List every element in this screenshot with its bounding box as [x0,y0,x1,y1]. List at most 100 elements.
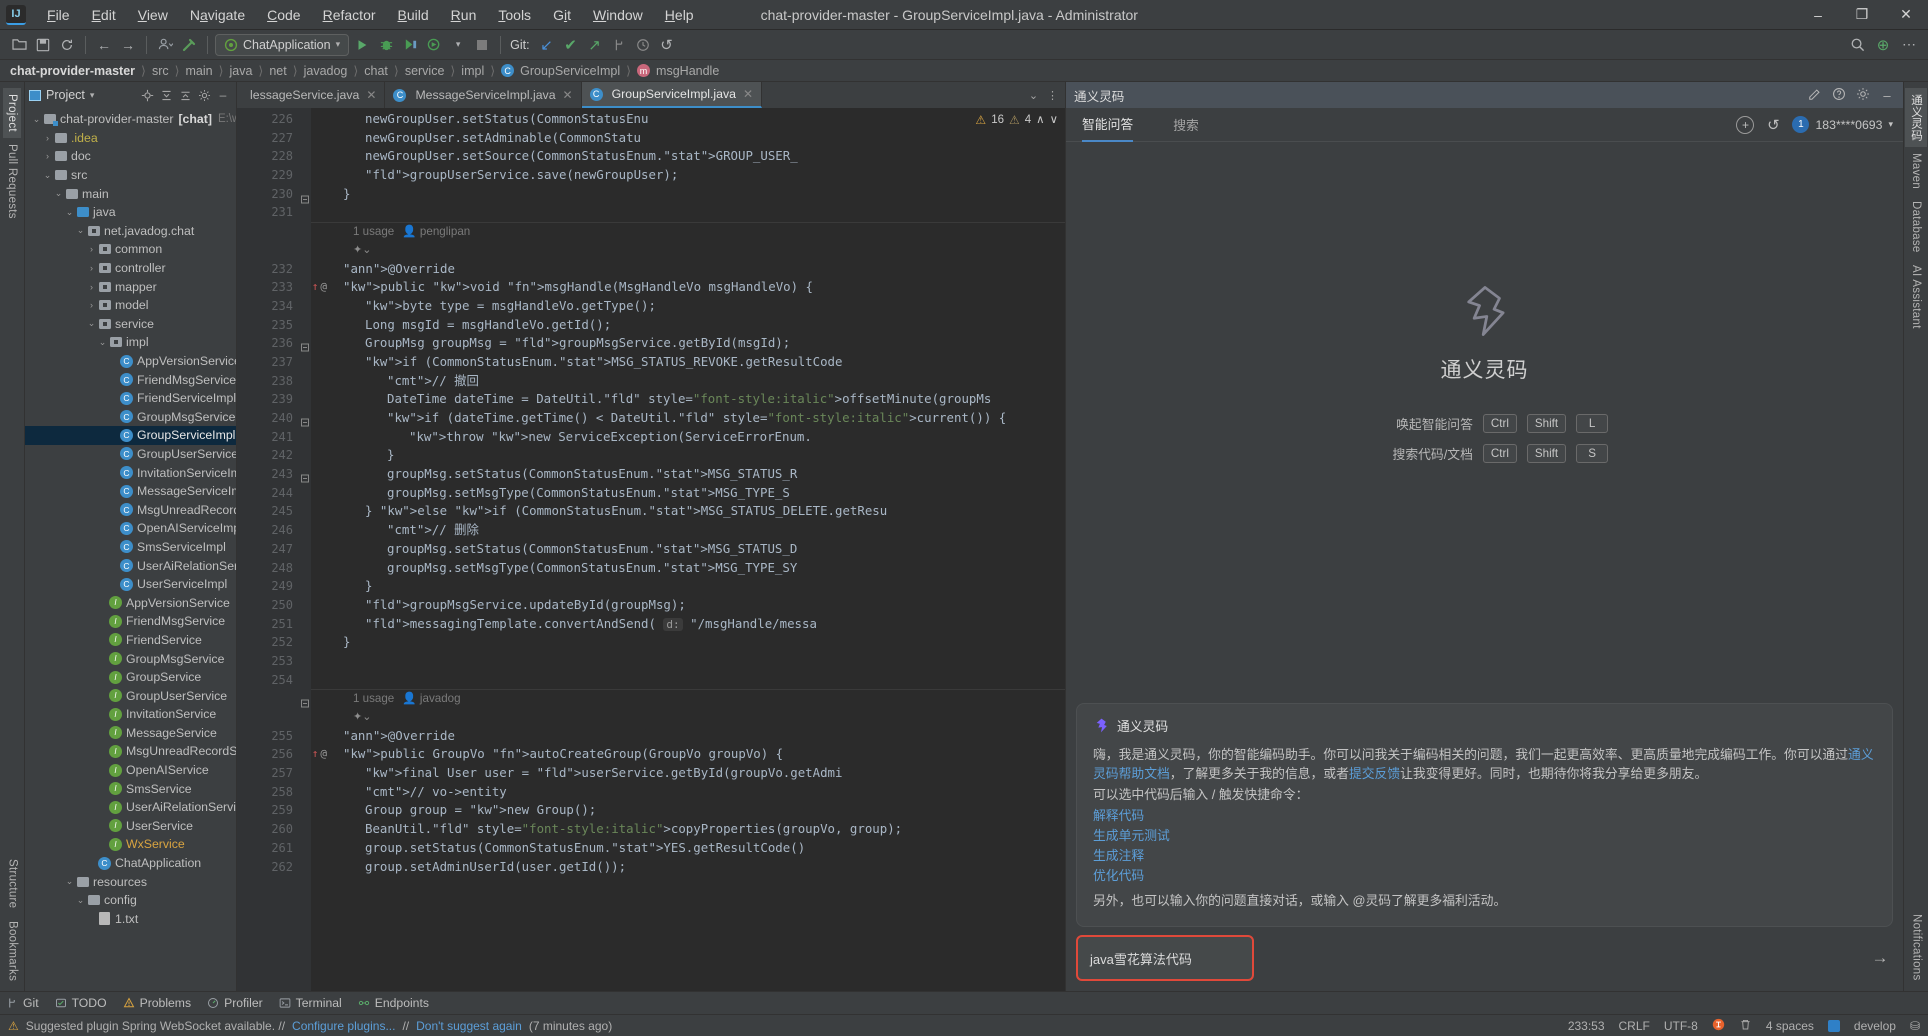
tree-node[interactable]: ›IGroupMsgService [25,649,236,668]
code-line[interactable]: groupMsg.setMsgType(CommonStatusEnum."st… [311,484,1065,503]
code-line[interactable]: "fld">groupMsgService.updateById(groupMs… [311,596,1065,615]
chevron-right-icon[interactable]: › [42,151,53,161]
tree-node[interactable]: ›IWxService [25,835,236,854]
chevron-down-run-icon[interactable]: ▾ [447,34,469,56]
code-line[interactable]: groupMsg.setStatus(CommonStatusEnum."sta… [311,465,1065,484]
toolwin-endpoints[interactable]: Endpoints [358,996,429,1010]
chevron-down-icon[interactable]: ⌄ [53,188,64,199]
chevron-down-icon[interactable]: ⌄ [86,318,97,329]
tree-node[interactable]: › mapper [25,277,236,296]
maximize-button[interactable]: ❐ [1840,0,1884,30]
gear-icon[interactable] [195,86,213,104]
code-line[interactable]: "kw">throw "kw">new ServiceException(Ser… [311,428,1065,447]
caret-position[interactable]: 233:53 [1568,1019,1605,1033]
chevron-right-icon[interactable]: › [86,263,97,273]
chevron-down-icon[interactable]: ⌄ [97,337,108,348]
editor-tab-1[interactable]: C MessageServiceImpl.java ✕ [385,82,582,108]
chevron-down-icon[interactable]: ▾ [90,90,95,101]
search-everywhere-icon[interactable] [1846,34,1868,56]
menu-git[interactable]: Git [542,3,582,27]
inspection-widget[interactable]: ⚠ 16 ⚠ 4 ∧ ∨ [972,110,1061,131]
code-line[interactable]: "fld">messagingTemplate.convertAndSend( … [311,615,1065,634]
code-line[interactable]: "ann">@Override [311,260,1065,279]
code-line[interactable]: newGroupUser.setAdminable(CommonStatu [311,129,1065,148]
code-line[interactable]: "cmt">// vo->entity [311,783,1065,802]
command-generate-unit-test[interactable]: 生成单元测试 [1093,826,1876,845]
tree-node[interactable]: ›CFriendServiceImpl [25,389,236,408]
tree-node[interactable]: ›CMessageServiceImpl [25,482,236,501]
tree-node[interactable]: ›IMessageService [25,724,236,743]
breadcrumb-item-1[interactable]: src [152,64,169,78]
tree-node[interactable]: ›IFriendService [25,631,236,650]
tree-node[interactable]: ›IGroupUserService [25,686,236,705]
chevron-down-icon[interactable]: ⌄ [64,876,75,887]
git-history-icon[interactable] [632,34,654,56]
toolwin-todo[interactable]: TODO [55,996,107,1010]
tree-node[interactable]: ⌄ net.javadog.chat [25,222,236,241]
code-line[interactable]: "kw">if (dateTime.getTime() < DateUtil."… [311,409,1065,428]
close-icon[interactable]: ✕ [743,87,753,101]
tree-node[interactable]: ⌄ resources [25,872,236,891]
tree-node[interactable]: ⌄ java [25,203,236,222]
configure-plugins-link[interactable]: Configure plugins... [292,1019,395,1033]
code-line[interactable]: Group group = "kw">new Group(); [311,801,1065,820]
tree-node[interactable]: ›IAppVersionService [25,593,236,612]
code-line[interactable] [311,671,1065,690]
breadcrumb-item-2[interactable]: main [186,64,213,78]
command-explain-code[interactable]: 解释代码 [1093,806,1876,825]
code-line[interactable]: groupMsg.setStatus(CommonStatusEnum."sta… [311,540,1065,559]
stop-icon[interactable] [471,34,493,56]
code-line[interactable]: "kw">public GroupVo "fn">autoCreateGroup… [311,745,1065,764]
breadcrumb-item-9[interactable]: GroupServiceImpl [520,64,620,78]
rail-item-pull-requests[interactable]: Pull Requests [3,138,21,225]
navigate-forward-icon[interactable]: → [117,34,139,56]
locate-file-icon[interactable] [138,86,156,104]
sync-icon[interactable] [56,34,78,56]
breadcrumb-item-10[interactable]: msgHandle [656,64,719,78]
code-line[interactable]: group.setStatus(CommonStatusEnum."stat">… [311,839,1065,858]
tree-node[interactable]: › controller [25,259,236,278]
menu-run[interactable]: Run [440,3,488,27]
editor-tab-2[interactable]: C GroupServiceImpl.java ✕ [581,82,763,108]
tree-node[interactable]: ›1.txt [25,910,236,929]
close-icon[interactable]: ✕ [366,88,376,102]
line-number-gutter[interactable]: 226 227 228 229 230 231 232 233●↑@234 235 236 237 2… [237,108,327,991]
tree-node[interactable]: ›CGroupUserServiceImpl [25,445,236,464]
chevron-right-icon[interactable]: › [42,133,53,143]
open-folder-icon[interactable] [8,34,30,56]
rail-item-maven[interactable]: Maven [1907,147,1925,195]
menu-edit[interactable]: Edit [81,3,127,27]
chevron-right-icon[interactable]: › [86,300,97,310]
collapse-all-icon[interactable] [176,86,194,104]
account-menu[interactable]: 1 183****0693 ▾ [1792,116,1893,133]
git-branch-label[interactable]: develop [1854,1019,1896,1033]
tab-smart-qa[interactable]: 智能问答 [1082,108,1134,142]
breadcrumb-item-0[interactable]: chat-provider-master [10,64,135,78]
close-icon[interactable]: ✕ [563,88,573,102]
usage-count[interactable]: 1 usage [353,223,394,242]
menu-view[interactable]: View [127,3,179,27]
tab-options-icon[interactable]: ⋮ [1044,87,1061,104]
tree-node[interactable]: ›CInvitationServiceImpl [25,463,236,482]
git-branch-icon[interactable] [608,34,630,56]
code-line[interactable]: "kw">final User user = "fld">userService… [311,764,1065,783]
tree-node[interactable]: ⌄ config [25,891,236,910]
tree-node[interactable]: ›IFriendMsgService [25,612,236,631]
git-push-icon[interactable]: ↗ [584,34,606,56]
save-icon[interactable] [32,34,54,56]
code-line[interactable]: "kw">public "kw">void "fn">msgHandle(Msg… [311,278,1065,297]
code-line[interactable]: "kw">byte type = msgHandleVo.getType(); [311,297,1065,316]
ai-send-icon[interactable]: → [1867,945,1893,971]
tree-node[interactable]: ›IUserAiRelationService [25,798,236,817]
code-vision-hint[interactable]: 1 usage 👤 penglipan [311,222,1065,241]
edit-icon[interactable] [1807,87,1823,104]
editor-tab-0[interactable]: lessageService.java ✕ [237,82,386,108]
tree-node[interactable]: ›CUserServiceImpl [25,575,236,594]
tree-node[interactable]: ⌄ impl [25,333,236,352]
breadcrumb-item-6[interactable]: chat [364,64,388,78]
tree-node[interactable]: › model [25,296,236,315]
chevron-down-icon[interactable]: ▾ [1888,119,1893,130]
menu-refactor[interactable]: Refactor [312,3,387,27]
tree-node[interactable]: ›CMsgUnreadRecordServiceImpl [25,500,236,519]
breadcrumb-item-5[interactable]: javadog [304,64,348,78]
